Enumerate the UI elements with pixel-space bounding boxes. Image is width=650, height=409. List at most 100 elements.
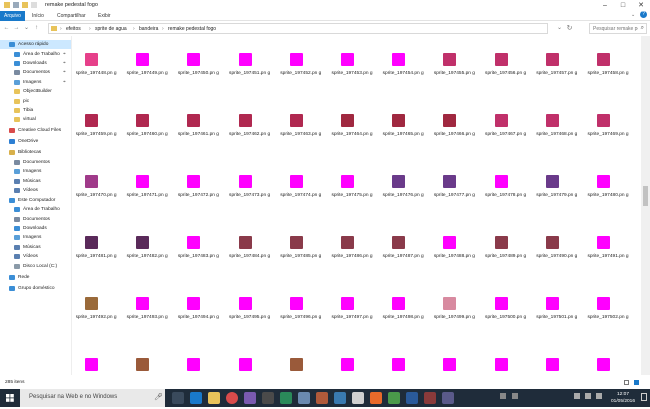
clock[interactable]: 12:07 01/05/2016 <box>608 391 638 405</box>
vertical-scrollbar[interactable] <box>641 36 650 375</box>
file-item[interactable]: sprite_197482.pn g <box>127 219 168 279</box>
nav-item[interactable]: Músicas <box>0 177 71 186</box>
customize-toolbar-icon[interactable] <box>31 2 37 8</box>
file-item[interactable]: sprite_197490.pn g <box>536 219 577 279</box>
file-item[interactable]: sprite_197508.pn g <box>332 341 372 375</box>
nav-item[interactable]: Imagens <box>0 233 71 242</box>
file-item[interactable]: sprite_197459.pn g <box>76 97 117 157</box>
file-item[interactable]: sprite_197487.pn g <box>383 219 424 279</box>
keyboard-icon[interactable] <box>596 393 602 399</box>
file-item[interactable]: sprite_197499.pn g <box>434 280 475 340</box>
nav-item[interactable]: Tibia <box>0 106 71 115</box>
file-item[interactable]: sprite_197484.pn g <box>229 219 270 279</box>
file-item[interactable]: sprite_197458.pn g <box>587 36 629 96</box>
file-item[interactable]: sprite_197505.pn g <box>178 341 218 375</box>
file-item[interactable]: sprite_197498.pn g <box>383 280 424 340</box>
nav-item[interactable]: Área de Trabalho ⌖ <box>0 50 71 59</box>
app-icon[interactable] <box>370 392 382 404</box>
notifications-icon[interactable] <box>641 393 647 401</box>
large-icons-view-icon[interactable] <box>634 380 639 385</box>
file-item[interactable]: sprite_197448.pn g <box>76 36 117 96</box>
file-item[interactable]: sprite_197476.pn g <box>383 158 424 218</box>
search-box[interactable]: ⌕ <box>589 23 647 34</box>
app-icon[interactable] <box>388 392 400 404</box>
app-icon[interactable] <box>280 392 292 404</box>
tray-icon[interactable] <box>512 393 518 399</box>
file-item[interactable]: sprite_197513.pn g <box>588 341 628 375</box>
file-item[interactable]: sprite_197503.pn g <box>76 341 116 375</box>
file-item[interactable]: sprite_197468.pn g <box>536 97 577 157</box>
tab-view[interactable]: Exibir <box>94 11 115 21</box>
file-item[interactable]: sprite_197450.pn g <box>178 36 219 96</box>
file-item[interactable]: sprite_197500.pn g <box>485 280 526 340</box>
nav-item[interactable]: Músicas <box>0 243 71 252</box>
file-item[interactable]: sprite_197462.pn g <box>229 97 270 157</box>
nav-item[interactable]: Rede <box>0 273 71 282</box>
file-item[interactable]: sprite_197479.pn g <box>536 158 577 218</box>
file-item[interactable]: sprite_197460.pn g <box>127 97 168 157</box>
file-item[interactable]: sprite_197449.pn g <box>127 36 168 96</box>
properties-icon[interactable] <box>13 2 19 8</box>
network-tray-icon[interactable] <box>574 393 580 399</box>
refresh-icon[interactable]: ↻ <box>566 25 573 32</box>
tab-share[interactable]: Compartilhar <box>53 11 90 21</box>
file-item[interactable]: sprite_197486.pn g <box>331 219 373 279</box>
app-icon[interactable] <box>424 392 436 404</box>
edge-icon[interactable] <box>190 392 202 404</box>
file-item[interactable]: sprite_197461.pn g <box>178 97 219 157</box>
file-explorer-icon[interactable] <box>208 392 220 404</box>
nav-item[interactable]: Vídeos <box>0 186 71 195</box>
file-item[interactable]: sprite_197489.pn g <box>485 219 526 279</box>
tab-home[interactable]: Início <box>28 11 48 21</box>
file-item[interactable]: sprite_197485.pn g <box>280 219 321 279</box>
start-button[interactable] <box>0 389 20 407</box>
file-item[interactable]: sprite_197457.pn g <box>536 36 577 96</box>
nav-item[interactable]: Vídeos <box>0 252 71 261</box>
file-item[interactable]: sprite_197452.pn g <box>280 36 321 96</box>
up-icon[interactable]: ↑ <box>33 25 40 32</box>
app-icon[interactable] <box>352 392 364 404</box>
close-button[interactable]: ✕ <box>632 0 650 11</box>
address-dropdown-icon[interactable]: ⌄ <box>556 25 563 32</box>
taskbar-search[interactable]: Pesquisar na Web e no Windows 🎤︎ <box>20 389 165 407</box>
file-item[interactable]: sprite_197493.pn g <box>127 280 168 340</box>
file-item[interactable]: sprite_197504.pn g <box>127 341 167 375</box>
nav-item[interactable]: Documentos <box>0 215 71 224</box>
nav-item[interactable]: Bibliotecas <box>0 148 71 157</box>
file-item[interactable]: sprite_197492.pn g <box>76 280 117 340</box>
volume-icon[interactable] <box>585 393 591 399</box>
search-input[interactable] <box>590 24 638 33</box>
app-icon[interactable] <box>334 392 346 404</box>
app-icon[interactable] <box>298 392 310 404</box>
file-item[interactable]: sprite_197453.pn g <box>331 36 373 96</box>
help-icon[interactable]: ? <box>640 11 647 18</box>
app-icon[interactable] <box>442 392 454 404</box>
file-item[interactable]: sprite_197455.pn g <box>434 36 475 96</box>
nav-item[interactable]: Imagens ⌖ <box>0 78 71 87</box>
nav-item[interactable]: Downloads <box>0 224 71 233</box>
nav-item[interactable]: Área de Trabalho <box>0 205 71 214</box>
file-item[interactable]: sprite_197502.pn g <box>587 280 629 340</box>
file-item[interactable]: sprite_197480.pn g <box>587 158 629 218</box>
nav-item[interactable]: Grupo doméstico <box>0 284 71 293</box>
file-item[interactable]: sprite_197451.pn g <box>229 36 270 96</box>
breadcrumb-item[interactable]: bandeira <box>139 26 158 32</box>
nav-item[interactable]: virtual <box>0 115 71 124</box>
breadcrumb-item[interactable]: remake pedestal fogo <box>168 26 216 32</box>
file-item[interactable]: sprite_197469.pn g <box>587 97 629 157</box>
scrollbar-thumb[interactable] <box>643 186 648 206</box>
forward-icon[interactable]: → <box>13 25 20 32</box>
nav-item[interactable]: Disco Local (C:) <box>0 262 71 271</box>
file-item[interactable]: sprite_197501.pn g <box>536 280 577 340</box>
file-item[interactable]: sprite_197497.pn g <box>331 280 373 340</box>
file-item[interactable]: sprite_197512.pn g <box>537 341 577 375</box>
file-item[interactable]: sprite_197478.pn g <box>485 158 526 218</box>
details-view-icon[interactable] <box>624 380 629 385</box>
file-item[interactable]: sprite_197496.pn g <box>280 280 321 340</box>
file-item[interactable]: sprite_197511.pn g <box>486 341 526 375</box>
file-item[interactable]: sprite_197465.pn g <box>383 97 424 157</box>
file-item[interactable]: sprite_197510.pn g <box>434 341 474 375</box>
nav-item[interactable]: Creative Cloud Files <box>0 126 71 135</box>
photoshop-icon[interactable] <box>406 392 418 404</box>
file-item[interactable]: sprite_197481.pn g <box>76 219 117 279</box>
